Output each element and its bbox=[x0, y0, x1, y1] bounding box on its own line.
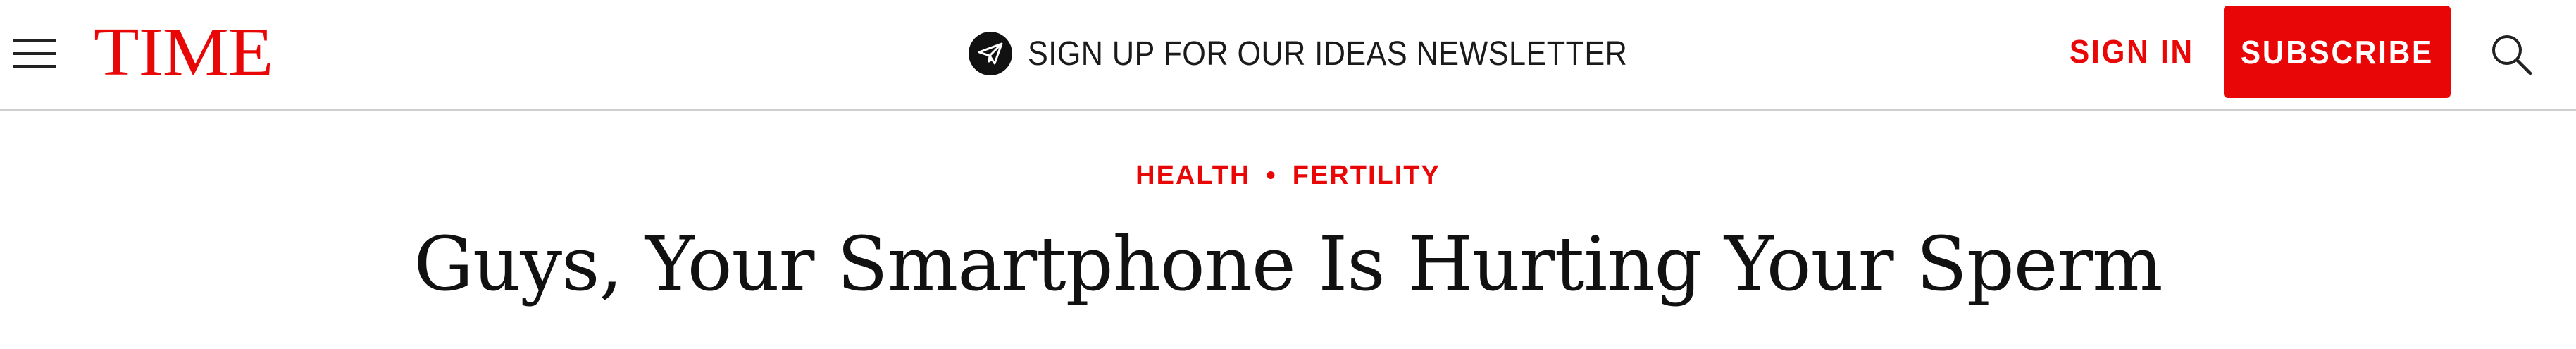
menu-line bbox=[13, 39, 56, 42]
sign-in-link[interactable]: SIGN IN bbox=[2070, 32, 2194, 71]
menu-line bbox=[13, 52, 56, 55]
menu-line bbox=[13, 65, 56, 68]
hamburger-menu-icon[interactable] bbox=[13, 39, 56, 68]
site-header: TIME SIGN UP FOR OUR IDEAS NEWSLETTER SI… bbox=[0, 0, 2576, 111]
kicker-topic-link[interactable]: FERTILITY bbox=[1293, 161, 1441, 190]
article-kicker: HEALTH • FERTILITY bbox=[0, 161, 2576, 191]
newsletter-label: SIGN UP FOR OUR IDEAS NEWSLETTER bbox=[1028, 35, 1628, 73]
subscribe-button[interactable]: SUBSCRIBE bbox=[2224, 6, 2451, 98]
paper-plane-icon bbox=[969, 32, 1012, 75]
search-icon[interactable] bbox=[2488, 31, 2534, 78]
article-headline: Guys, Your Smartphone Is Hurting Your Sp… bbox=[413, 221, 2163, 307]
subscribe-label: SUBSCRIBE bbox=[2240, 33, 2434, 71]
kicker-separator: • bbox=[1266, 161, 1277, 190]
kicker-section-link[interactable]: HEALTH bbox=[1135, 161, 1250, 190]
newsletter-signup-link[interactable]: SIGN UP FOR OUR IDEAS NEWSLETTER bbox=[969, 31, 1694, 76]
time-logo[interactable]: TIME bbox=[94, 16, 273, 89]
page: TIME SIGN UP FOR OUR IDEAS NEWSLETTER SI… bbox=[0, 0, 2576, 349]
